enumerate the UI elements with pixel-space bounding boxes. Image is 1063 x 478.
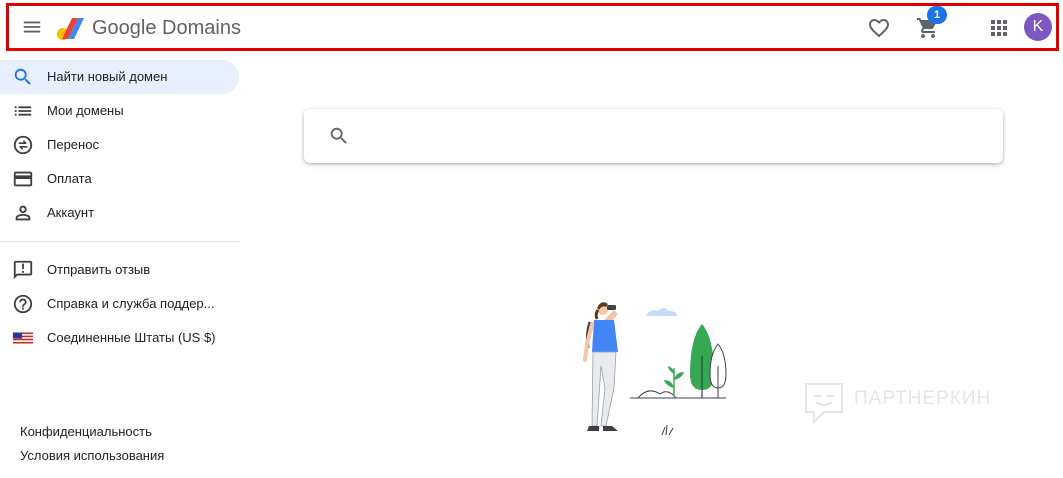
watermark: ПАРТНЕРКИН [802,380,1017,430]
sidebar-item-transfer[interactable]: Перенос [0,128,239,162]
sidebar-item-label: Перенос [47,137,99,152]
sidebar-item-label: Соединенные Штаты (US $) [47,330,216,345]
sidebar-item-label: Найти новый домен [47,69,168,84]
watermark-chat-icon [805,383,843,425]
favorites-heart-icon[interactable] [867,16,891,40]
sidebar-divider [0,241,240,242]
terms-link[interactable]: Условия использования [20,448,164,463]
domain-search-input[interactable] [364,119,984,153]
sidebar-item-label: Мои домены [47,103,124,118]
sidebar-item-find-domain[interactable]: Найти новый домен [0,60,239,94]
sidebar-item-help[interactable]: Справка и служба поддер... [0,287,239,321]
sidebar-nav: Найти новый домен Мои домены Перенос Опл… [0,58,240,478]
sidebar-item-label: Оплата [47,171,92,186]
account-avatar[interactable]: K [1024,13,1052,41]
search-icon [330,127,347,144]
google-domains-logo-icon[interactable] [55,15,85,41]
domain-search-box[interactable] [304,109,1003,163]
sidebar-item-billing[interactable]: Оплата [0,162,239,196]
list-icon [14,106,32,116]
sidebar-item-feedback[interactable]: Отправить отзыв [0,253,239,287]
sidebar-item-account[interactable]: Аккаунт [0,196,239,230]
sidebar-item-country[interactable]: Соединенные Штаты (US $) [0,321,239,355]
sidebar-item-my-domains[interactable]: Мои домены [0,94,239,128]
hamburger-menu-icon[interactable] [21,16,43,38]
privacy-link[interactable]: Конфиденциальность [20,424,152,439]
cart-count-badge: 1 [927,6,947,24]
logo-text[interactable]: Google Domains [92,15,241,41]
search-icon [14,68,31,85]
sidebar-item-label: Аккаунт [47,205,95,220]
person-icon [15,205,31,221]
top-app-bar: Google Domains 1 K [6,3,1059,51]
credit-card-icon [13,171,33,187]
help-icon [13,294,33,314]
google-apps-grid-icon[interactable] [987,16,1011,40]
sidebar-item-label: Справка и служба поддер... [47,296,215,311]
sidebar-item-label: Отправить отзыв [47,262,151,277]
watermark-text: ПАРТНЕРКИН [854,388,992,409]
us-flag-icon [12,332,34,344]
transfer-icon [13,135,33,155]
person-with-binoculars-illustration [583,302,727,436]
feedback-icon [13,260,33,280]
